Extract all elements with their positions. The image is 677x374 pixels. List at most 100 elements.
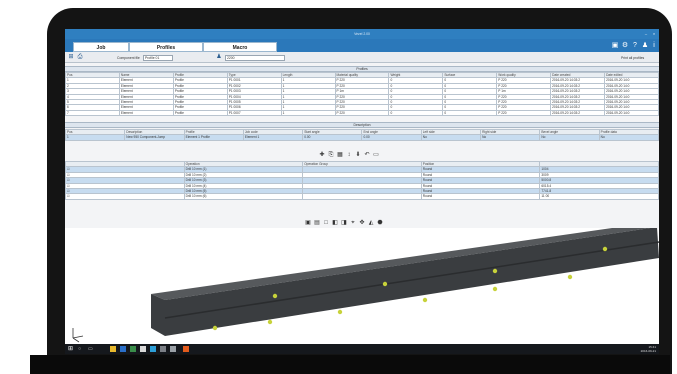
tab-profiles[interactable]: Profiles <box>129 42 203 52</box>
windows-taskbar: ⊞ ○ ▭ 15:41 2016-09-21 <box>65 344 659 354</box>
taskbar-date: 2016-09-21 <box>640 349 656 353</box>
view-tool-button[interactable]: ▣ <box>305 219 311 227</box>
profiles-table-cell: Element <box>118 109 174 117</box>
network-icon[interactable] <box>160 346 166 352</box>
description-table-cell: No <box>598 134 659 141</box>
folder-icon[interactable] <box>110 346 116 352</box>
user-icon[interactable]: ♟ <box>641 41 649 50</box>
view-tool-button[interactable]: ▤ <box>314 219 320 227</box>
media-icon[interactable] <box>170 346 176 352</box>
view-tool-button[interactable]: ⬣ <box>377 219 383 227</box>
open-job-icon[interactable]: ⎙ <box>76 53 84 62</box>
drill-point-marker[interactable] <box>267 319 273 325</box>
view-tool-button[interactable]: ◧ <box>332 219 338 227</box>
gear-icon[interactable]: ⚙ <box>621 41 629 50</box>
office-icon[interactable] <box>183 346 189 352</box>
operations-tool-button[interactable]: ▭ <box>373 151 379 159</box>
windows-start-icon[interactable]: ⊞ <box>68 346 74 352</box>
operations-tool-button[interactable]: ⎘ <box>328 151 334 159</box>
description-table-cell: 1 <box>65 134 126 141</box>
operations-table-cell: ☑ <box>65 193 185 200</box>
drill-point-marker[interactable] <box>422 297 428 303</box>
main-tab-bar: Job Profiles Macro ▣ ⚙ ? ♟ i <box>65 39 659 52</box>
print-all-profiles-link[interactable]: Print all profiles <box>621 56 644 60</box>
profiles-table-cell: 2016-09-20 14:0 <box>604 109 659 117</box>
tab-macro[interactable]: Macro <box>203 42 277 52</box>
profiles-table-cell: Profile <box>172 109 228 117</box>
drill-point-marker[interactable] <box>567 274 573 280</box>
description-section-header: Description <box>65 122 659 128</box>
description-table-cell: Element 1 Profile <box>183 134 244 141</box>
minimize-button[interactable]: – <box>643 31 649 36</box>
operations-table-cell: 11 00 <box>539 193 659 200</box>
view-toolbar: ▣ ▤ □ ◧ ◨ ⌖ ✥ ◭ ⬣ <box>305 219 383 228</box>
description-table-cell: Element 1 <box>242 134 304 141</box>
view-tool-button[interactable]: ◭ <box>368 219 374 227</box>
drill-point-marker[interactable] <box>602 246 608 252</box>
operations-table-cell <box>302 193 422 200</box>
operations-tool-button[interactable]: ✚ <box>319 151 325 159</box>
description-table-cell: 0.00 <box>302 134 363 141</box>
view-tool-button[interactable]: □ <box>323 219 329 227</box>
app-screen: Vezel 2.00 – × Job Profiles Macro ▣ ⚙ ? … <box>65 29 659 354</box>
description-table-cell: 0.00 <box>361 134 422 141</box>
title-bar: Vezel 2.00 – × <box>65 29 659 39</box>
drill-point-marker[interactable] <box>337 309 343 315</box>
profiles-table-cell: 0 <box>388 109 444 117</box>
operations-tool-button[interactable]: ↶ <box>364 151 370 159</box>
drill-point-marker[interactable] <box>492 286 498 292</box>
profiles-table-cell: 0 <box>442 109 498 117</box>
3d-profile-view[interactable] <box>65 224 659 354</box>
drill-point-marker[interactable] <box>382 281 388 287</box>
operations-tool-button[interactable]: ▦ <box>337 151 343 159</box>
task-view-icon[interactable]: ▭ <box>88 346 94 352</box>
profiles-table-cell: P1 0007 <box>226 109 282 117</box>
browser-icon[interactable] <box>140 346 146 352</box>
close-button[interactable]: × <box>651 31 657 36</box>
operations-table: Operation Operation Group Position ☑ Drill 1… <box>65 160 659 200</box>
component-file-field[interactable]: Profile 01 <box>143 54 173 61</box>
description-table-cell: No <box>420 134 482 141</box>
info-icon[interactable]: i <box>650 41 658 50</box>
profiles-table-cell: 1 <box>280 109 336 117</box>
operations-table-cell: Drill 10 mm (6) <box>183 193 304 200</box>
profiles-table-cell: P 220 <box>334 109 390 117</box>
save-icon[interactable]: ▣ <box>611 41 619 50</box>
drill-point-marker[interactable] <box>492 268 498 274</box>
profiles-table-cell: 7 <box>65 109 120 117</box>
length-field[interactable]: 2200 <box>225 54 285 61</box>
search-icon[interactable]: ○ <box>78 346 84 352</box>
drill-point-marker[interactable] <box>212 325 218 331</box>
help-icon[interactable]: ? <box>631 41 639 50</box>
description-table: Pos Description Profile Job code Start angle… <box>65 128 659 141</box>
settings-icon[interactable] <box>150 346 156 352</box>
profiles-table-cell: P 220 <box>496 109 552 117</box>
description-table-cell: No <box>480 134 541 141</box>
laptop-bottom-bezel <box>30 355 670 374</box>
operations-tool-button[interactable]: ⬇ <box>355 151 361 159</box>
operations-toolbar: ✚ ⎘ ▦ ↕ ⬇ ↶ ▭ <box>319 151 379 160</box>
job-toolbar: ⊞ ⎙ Component file Profile 01 ♟ 2200 Pri… <box>65 52 659 63</box>
description-table-row[interactable]: 1 New 950 Component-Jump Element 1 Profile… <box>65 134 659 141</box>
tab-job[interactable]: Job <box>73 42 129 52</box>
taskbar-clock: 15:41 2016-09-21 <box>641 345 656 353</box>
app-icon[interactable] <box>130 346 136 352</box>
description-table-cell: New 950 Component-Jump <box>124 134 185 141</box>
window-title: Vezel 2.00 <box>354 32 370 36</box>
profiles-table-row[interactable]: 7 Element Profile P1 0007 1 P 220 0 0 P 220 2016-… <box>65 109 659 117</box>
operations-table-row[interactable]: ☑ Drill 10 mm (6) Round 11 00 <box>65 193 659 200</box>
profile-end-face <box>151 294 165 336</box>
description-table-cell: No <box>539 134 600 141</box>
profile-groove-line <box>164 241 659 319</box>
profiles-table: Pos Name Profile Type Length Material quality… <box>65 71 659 117</box>
person-icon[interactable]: ♟ <box>215 53 223 62</box>
profiles-table-cell: 2016-09-20 14:03:2 <box>550 109 606 117</box>
view-tool-button[interactable]: ⌖ <box>350 219 356 227</box>
operations-tool-button[interactable]: ↕ <box>346 151 352 159</box>
store-icon[interactable] <box>120 346 126 352</box>
3d-profile-canvas <box>72 224 659 343</box>
view-tool-button[interactable]: ✥ <box>359 219 365 227</box>
view-tool-button[interactable]: ◨ <box>341 219 347 227</box>
new-job-icon[interactable]: ⊞ <box>67 53 75 62</box>
drill-point-marker[interactable] <box>272 293 278 299</box>
